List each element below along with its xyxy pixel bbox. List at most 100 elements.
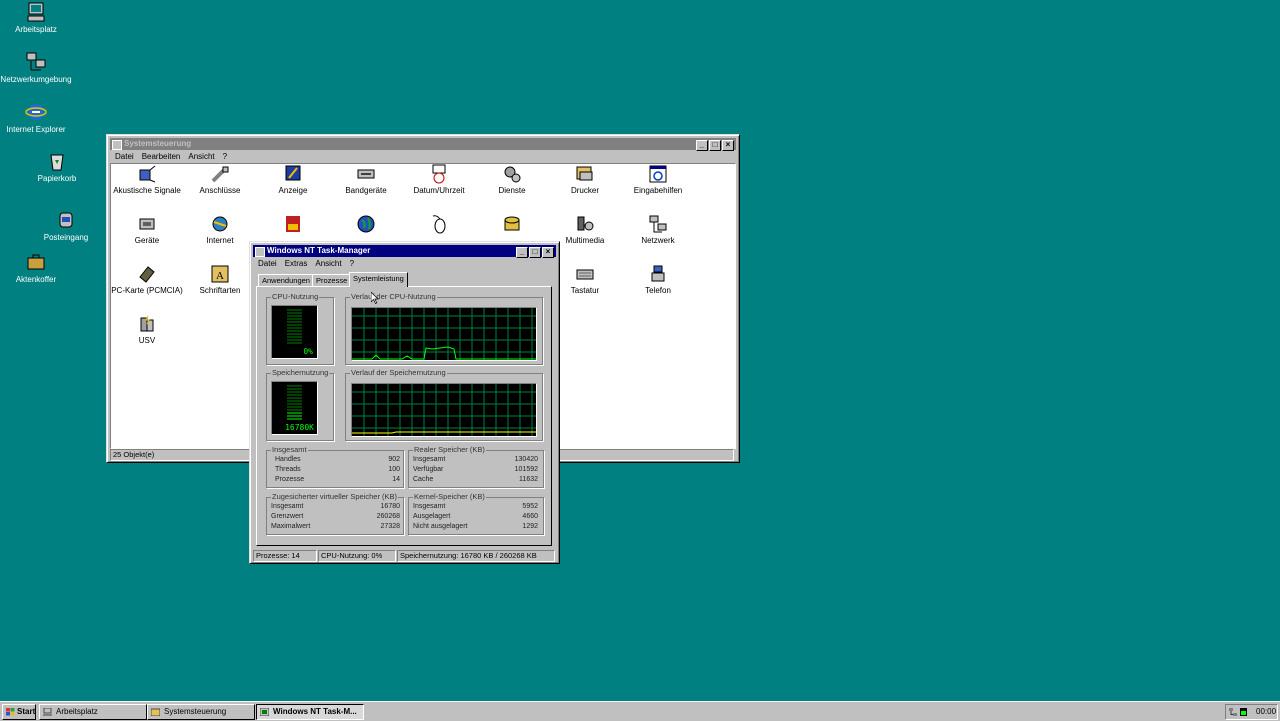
mem-history-graph	[351, 383, 537, 437]
totals-row-prozesse: Prozesse 14	[275, 475, 400, 485]
cp-item-drucker[interactable]: Drucker	[549, 164, 621, 195]
cp-item-telefon[interactable]: Telefon	[622, 264, 694, 295]
menu-ansicht[interactable]: Ansicht	[188, 152, 214, 161]
cp-item-pc-karte[interactable]: PC-Karte (PCMCIA)	[111, 264, 183, 295]
row-value: 100	[388, 466, 400, 473]
physical-row-verfuegbar: Verfügbar 101592	[413, 465, 538, 475]
menu-datei[interactable]: Datei	[258, 259, 277, 268]
cp-item-usv[interactable]: USV	[111, 314, 183, 345]
services-icon	[504, 166, 521, 183]
cp-item-globe[interactable]	[330, 214, 402, 236]
cp-item-anschluesse[interactable]: Anschlüsse	[184, 164, 256, 195]
tab-systemleistung[interactable]: Systemleistung	[349, 272, 408, 287]
cp-item-label: Schriftarten	[199, 286, 241, 295]
start-button[interactable]: Start	[2, 704, 36, 720]
desktop-icon-netzwerkumgebung[interactable]: Netzwerkumgebung	[0, 51, 74, 84]
system-tray: 00:00	[1225, 704, 1278, 720]
row-label: Insgesamt	[413, 456, 446, 463]
network-icon	[649, 215, 667, 233]
pc-card-icon	[139, 266, 155, 283]
maximize-button[interactable]: □	[709, 140, 721, 151]
clock[interactable]: 00:00	[1256, 707, 1276, 717]
row-value: 11632	[519, 476, 538, 483]
cp-item-internet[interactable]: Internet	[184, 214, 256, 245]
menu-extras[interactable]: Extras	[285, 259, 308, 268]
taskbar-button-task-manager[interactable]: Windows NT Task-M...	[256, 704, 364, 720]
cp-item-maus[interactable]	[403, 214, 475, 236]
cpu-history-label: Verlauf der CPU-Nutzung	[350, 292, 437, 301]
row-label: Grenzwert	[271, 513, 304, 520]
systemleistung-panel: CPU-Nutzung 0% Verlauf der CPU-Nutzung S…	[256, 286, 552, 546]
devices-icon	[139, 218, 155, 230]
cp-item-anzeige[interactable]: Anzeige	[257, 164, 329, 195]
cp-item-label: Dienste	[498, 186, 526, 195]
row-value: 14	[392, 476, 400, 483]
cpu-history-graph	[351, 307, 537, 361]
internet-explorer-icon	[25, 104, 47, 120]
cp-item-geraete[interactable]: Geräte	[111, 214, 183, 245]
mem-history-group: Verlauf der Speichernutzung	[345, 368, 543, 441]
taskbar-button-label: Systemsteuerung	[164, 707, 227, 716]
cp-item-akustische-signale[interactable]: Akustische Signale	[111, 164, 183, 195]
cp-item-label: Multimedia	[565, 236, 605, 245]
status-memory: Speichernutzung: 16780 KB / 260268 KB	[400, 551, 537, 560]
cp-item-label: PC-Karte (PCMCIA)	[111, 286, 183, 295]
cp-item-msdtc[interactable]	[257, 214, 329, 236]
tab-label: Prozesse	[316, 276, 348, 285]
inbox-icon	[59, 212, 73, 228]
cpu-usage-label: CPU-Nutzung	[271, 292, 320, 301]
mem-usage-group: Speichernutzung 16780K	[266, 368, 334, 441]
task-manager-tray-icon[interactable]	[1240, 708, 1247, 716]
close-button[interactable]: ×	[722, 140, 734, 151]
taskbar-button-arbeitsplatz[interactable]: Arbeitsplatz	[39, 704, 147, 720]
mem-usage-value: 16780K	[285, 423, 314, 432]
desktop-icon-internet-explorer[interactable]: Internet Explorer	[0, 101, 74, 134]
cp-item-datum-uhrzeit[interactable]: Datum/Uhrzeit	[403, 164, 475, 195]
mem-usage-meter: 16780K	[271, 381, 318, 435]
cp-item-label: Anzeige	[278, 186, 308, 195]
printers-icon	[576, 166, 593, 181]
control-panel-titlebar[interactable]: Systemsteuerung _ □ ×	[110, 138, 736, 151]
cp-item-netzwerk[interactable]: Netzwerk	[622, 214, 694, 245]
menu-help[interactable]: ?	[350, 259, 354, 268]
desktop-icon-aktenkoffer[interactable]: Aktenkoffer	[0, 251, 74, 284]
row-label: Cache	[413, 476, 434, 483]
row-value: 27328	[380, 523, 400, 530]
task-manager-titlebar[interactable]: Windows NT Task-Manager _ □ ×	[253, 245, 556, 258]
desktop-icon-label: Arbeitsplatz	[15, 25, 57, 34]
row-value: 902	[388, 456, 400, 463]
menu-datei[interactable]: Datei	[115, 152, 134, 161]
totals-row-handles: Handles 902	[275, 455, 400, 465]
mem-history-chart	[352, 384, 536, 436]
task-manager-status-processes: Prozesse: 14	[253, 550, 317, 562]
cp-item-modem[interactable]	[476, 214, 548, 236]
task-manager-window[interactable]: Windows NT Task-Manager _ □ × Datei Extras A…	[249, 241, 560, 564]
taskbar-button-systemsteuerung[interactable]: Systemsteuerung	[147, 704, 255, 720]
menu-bearbeiten[interactable]: Bearbeiten	[142, 152, 181, 161]
task-manager-status-cpu: CPU-Nutzung: 0%	[318, 550, 396, 562]
totals-group: Insgesamt Handles 902 Threads 100 Prozesse…	[266, 445, 404, 488]
row-value: 4660	[522, 513, 538, 520]
menu-ansicht[interactable]: Ansicht	[315, 259, 341, 268]
network-neighborhood-icon	[26, 52, 46, 71]
cp-item-label: Akustische Signale	[113, 186, 181, 195]
minimize-button[interactable]: _	[696, 140, 708, 151]
cp-item-bandgeraete[interactable]: Bandgeräte	[330, 164, 402, 195]
desktop-icon-arbeitsplatz[interactable]: Arbeitsplatz	[0, 1, 74, 34]
menu-help[interactable]: ?	[223, 152, 227, 161]
svg-text:A: A	[216, 270, 224, 282]
minimize-button[interactable]: _	[516, 247, 528, 258]
row-label: Threads	[275, 466, 301, 473]
mem-usage-label: Speichernutzung	[271, 368, 330, 377]
cp-item-eingabehilfen[interactable]: Eingabehilfen	[622, 164, 694, 195]
network-tray-icon[interactable]	[1229, 708, 1237, 716]
cp-item-dienste[interactable]: Dienste	[476, 164, 548, 195]
cp-item-schriftarten[interactable]: A Schriftarten	[184, 264, 256, 295]
kernel-memory-label: Kernel-Speicher (KB)	[413, 492, 486, 501]
physical-row-insgesamt: Insgesamt 130420	[413, 455, 538, 465]
maximize-button[interactable]: □	[529, 247, 541, 258]
desktop-icon-papierkorb[interactable]: Papierkorb	[19, 150, 95, 183]
close-button[interactable]: ×	[542, 247, 554, 258]
desktop-icon-posteingang[interactable]: Posteingang	[28, 209, 104, 242]
tape-devices-icon	[357, 169, 375, 179]
